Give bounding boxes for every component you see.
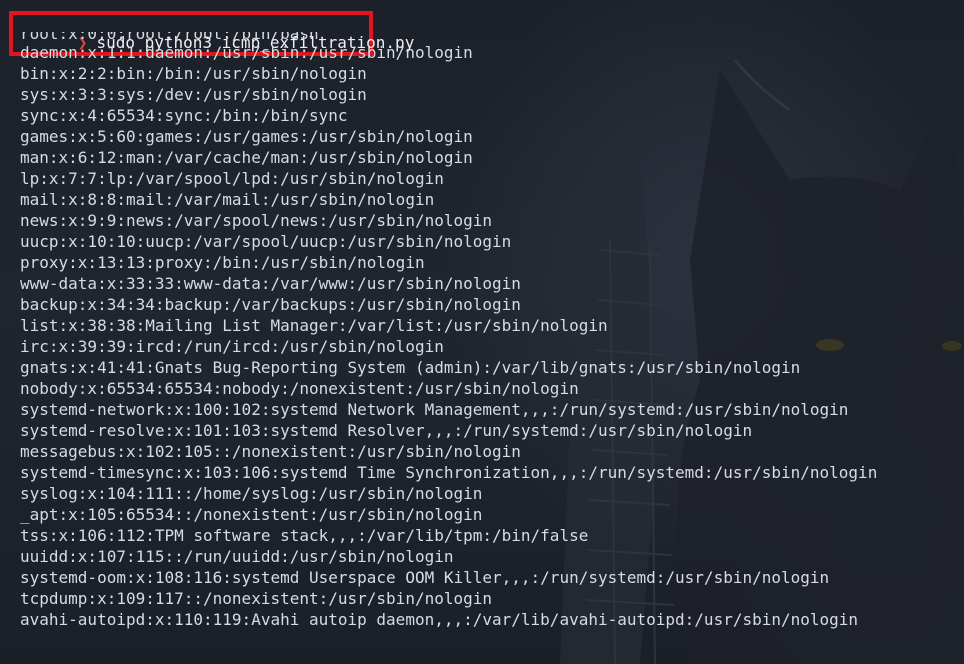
output-line: systemd-oom:x:108:116:systemd Userspace … xyxy=(20,568,830,587)
command-line[interactable]: ❯ sudo python3 icmp_exfiltration.py xyxy=(20,11,964,52)
output-line: games:x:5:60:games:/usr/games:/usr/sbin/… xyxy=(20,127,473,146)
terminal-content: ❯ ❯sudo python3 icmp_exfiltration.py roo… xyxy=(20,0,964,630)
output-line: syslog:x:104:111::/home/syslog:/usr/sbin… xyxy=(20,484,483,503)
output-line: backup:x:34:34:backup:/var/backups:/usr/… xyxy=(20,295,521,314)
output-line: irc:x:39:39:ircd:/run/ircd:/usr/sbin/nol… xyxy=(20,337,444,356)
output-line: man:x:6:12:man:/var/cache/man:/usr/sbin/… xyxy=(20,148,473,167)
output-line: www-data:x:33:33:www-data:/var/www:/usr/… xyxy=(20,274,521,293)
output-line: daemon:x:1:1:daemon:/usr/sbin:/usr/sbin/… xyxy=(20,43,473,62)
terminal-window[interactable]: ❯ ❯sudo python3 icmp_exfiltration.py roo… xyxy=(0,0,964,664)
output-line: nobody:x:65534:65534:nobody:/nonexistent… xyxy=(20,379,579,398)
prompt-arrow-icon: ❯ xyxy=(78,10,88,14)
output-line: proxy:x:13:13:proxy:/bin:/usr/sbin/nolog… xyxy=(20,253,425,272)
output-line: sync:x:4:65534:sync:/bin:/bin/sync xyxy=(20,106,348,125)
output-line: _apt:x:105:65534::/nonexistent:/usr/sbin… xyxy=(20,505,483,524)
output-line: avahi-autoipd:x:110:119:Avahi autoip dae… xyxy=(20,610,859,629)
output-line: gnats:x:41:41:Gnats Bug-Reporting System… xyxy=(20,358,801,377)
output-line: sys:x:3:3:sys:/dev:/usr/sbin/nologin xyxy=(20,85,367,104)
output-line: bin:x:2:2:bin:/bin:/usr/sbin/nologin xyxy=(20,64,367,83)
output-line: uucp:x:10:10:uucp:/var/spool/uucp:/usr/s… xyxy=(20,232,512,251)
output-line: uuidd:x:107:115::/run/uuidd:/usr/sbin/no… xyxy=(20,547,454,566)
output-line: list:x:38:38:Mailing List Manager:/var/l… xyxy=(20,316,608,335)
output-line: systemd-resolve:x:101:103:systemd Resolv… xyxy=(20,421,753,440)
command-output: root:x:0:0:root:/root:/bin/bash daemon:x:… xyxy=(20,32,964,630)
output-line: messagebus:x:102:105::/nonexistent:/usr/… xyxy=(20,442,521,461)
output-line: lp:x:7:7:lp:/var/spool/lpd:/usr/sbin/nol… xyxy=(20,169,444,188)
output-line: root:x:0:0:root:/root:/bin/bash xyxy=(20,32,319,42)
output-line: tcpdump:x:109:117::/nonexistent:/usr/sbi… xyxy=(20,589,493,608)
output-line: news:x:9:9:news:/var/spool/news:/usr/sbi… xyxy=(20,211,493,230)
output-line: tss:x:106:112:TPM software stack,,,:/var… xyxy=(20,526,589,545)
output-line: systemd-network:x:100:102:systemd Networ… xyxy=(20,400,849,419)
output-line: systemd-timesync:x:103:106:systemd Time … xyxy=(20,463,878,482)
output-line: mail:x:8:8:mail:/var/mail:/usr/sbin/nolo… xyxy=(20,190,435,209)
